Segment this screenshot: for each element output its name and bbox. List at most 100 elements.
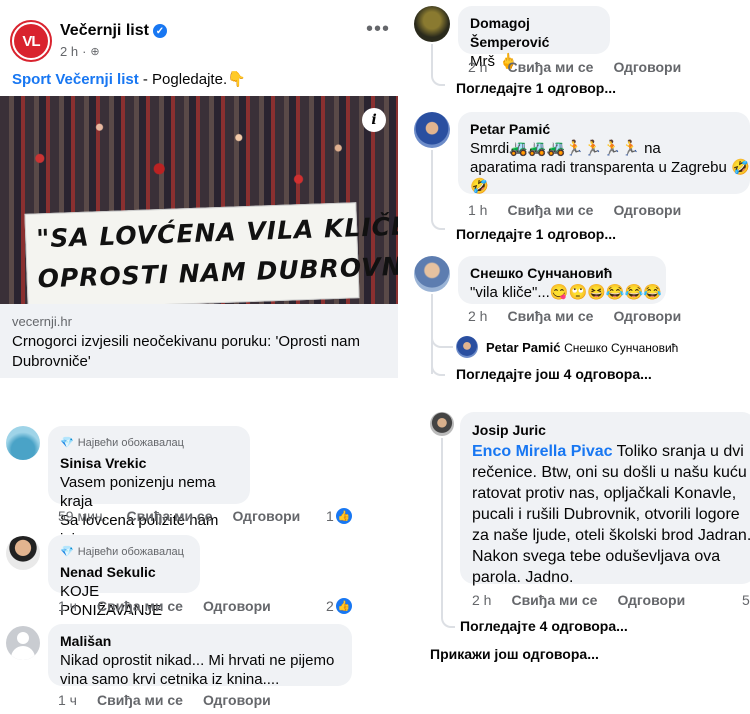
comment-actions: 1 h Свиђа ми се Одговори	[468, 202, 681, 218]
commenter-name[interactable]: Sinisa Vrekic	[60, 454, 238, 473]
more-options-icon[interactable]: •••	[366, 18, 390, 41]
diamond-icon: 💎	[60, 546, 74, 558]
comment-time[interactable]: 2 h	[472, 592, 491, 608]
commenter-avatar[interactable]	[414, 256, 450, 292]
comment-text-line: aparatima radi transparenta u Zagrebu 🤣	[470, 159, 750, 176]
verified-badge-icon: ✓	[152, 24, 167, 38]
comment-text-line: parola. Jadno.	[472, 569, 574, 586]
banner-image: "SA LOVĆENA VILA KLIČE OPROSTI NAM DUBRO…	[24, 202, 398, 304]
separator-dot: ·	[82, 44, 87, 59]
view-replies-link[interactable]: Погледајте још 4 одговора...	[456, 366, 652, 382]
comment-text-line: rečenice. Btw, oni su došli u našu kuću	[472, 464, 747, 481]
commenter-avatar[interactable]	[414, 112, 450, 148]
post-text-link[interactable]: Sport Večernji list	[12, 71, 139, 88]
post-photo[interactable]: "SA LOVĆENA VILA KLIČE OPROSTI NAM DUBRO…	[0, 96, 398, 304]
comment-time[interactable]: 59 мин.	[58, 508, 107, 524]
comment-text-line: pucali i rušili Dubrovnik, otvorili logo…	[472, 506, 740, 523]
reply-author[interactable]: Petar Pamić	[486, 340, 560, 355]
like-button[interactable]: Свиђа ми се	[511, 592, 597, 608]
reply-button[interactable]: Одговори	[613, 59, 681, 75]
default-avatar-icon[interactable]	[6, 626, 40, 660]
mention-link[interactable]: Enco Mirella Pivac	[472, 443, 613, 460]
comment-text-line: 🤣	[470, 178, 489, 195]
reaction-count[interactable]: 5	[742, 592, 750, 608]
like-button[interactable]: Свиђа ми се	[97, 692, 183, 708]
thread-connector	[431, 44, 445, 86]
view-replies-link[interactable]: Погледајте 4 одговора...	[460, 618, 628, 634]
reply-avatar[interactable]	[456, 336, 478, 358]
top-fan-label: Највећи обожавалац	[77, 546, 184, 558]
like-button[interactable]: Свиђа ми се	[127, 508, 213, 524]
comment-text-fragment: Toliko sranja u dvi	[612, 443, 744, 460]
comment-time[interactable]: 1 h	[468, 202, 487, 218]
commenter-name[interactable]: Domagoj Šemperović	[470, 14, 598, 52]
comment-text-line: Nakon svega tebe oduševljava ova	[472, 548, 721, 565]
comment-bubble: Снешко Сунчановић "vila kliče"...😋🙄😆😂😂😂	[458, 256, 666, 304]
reaction-count[interactable]: 1 👍	[326, 508, 352, 524]
like-button[interactable]: Свиђа ми се	[507, 308, 593, 324]
comment-text-line: Smrdi🚜🚜🚜🏃🏃🏃🏃 na	[470, 140, 661, 157]
like-button[interactable]: Свиђа ми се	[97, 598, 183, 614]
top-fan-badge: 💎 Највећи обожавалац	[60, 543, 188, 562]
thread-connector	[441, 438, 455, 628]
comment-text-line: Vasem ponizenju nema kraja	[60, 474, 216, 510]
comment-time[interactable]: 1 ч	[58, 692, 77, 708]
comment-bubble: Domagoj Šemperović Mrš 🖕	[458, 6, 610, 70]
like-button[interactable]: Свиђа ми се	[507, 59, 593, 75]
comment-actions: 1 ч Свиђа ми се Одговори	[58, 692, 271, 708]
commenter-name[interactable]: Josip Juric	[472, 420, 744, 441]
reply-button[interactable]: Одговори	[617, 592, 685, 608]
link-domain: vecernji.hr	[12, 314, 72, 329]
info-icon[interactable]: i	[362, 108, 386, 132]
link-title[interactable]: Crnogorci izvjesili neočekivanu poruku: …	[12, 332, 392, 372]
commenter-name[interactable]: Nenad Sekulic	[60, 563, 188, 582]
comment-time[interactable]: 2 h	[468, 308, 487, 324]
comment-time[interactable]: 1 ч	[58, 598, 77, 614]
comment-bubble: 💎 Највећи обожавалац Sinisa Vrekic Vasem …	[48, 426, 250, 548]
thread-connector	[431, 350, 445, 376]
post-time[interactable]: 2 h	[60, 44, 78, 59]
thumbs-up-icon: 👍	[335, 508, 352, 524]
like-count: 2	[326, 598, 334, 614]
reaction-count[interactable]: 2 👍	[326, 598, 352, 614]
banner-text-line-2: OPROSTI NAM DUBROVNIČE"	[37, 249, 398, 294]
commenter-name[interactable]: Petar Pamić	[470, 120, 738, 139]
comment-text-line: Nikad oprostit nikad... Mi hrvati ne pij…	[60, 652, 335, 669]
reply-button[interactable]: Одговори	[203, 598, 271, 614]
commenter-avatar[interactable]	[6, 536, 40, 570]
reply-preview[interactable]: Petar Pamić Снешко Сунчановић	[486, 340, 678, 355]
commenter-name[interactable]: Mališan	[60, 632, 340, 651]
comment-text-line: Enco Mirella Pivac Toliko sranja u dvi	[472, 441, 744, 462]
page-avatar[interactable]: VL	[10, 20, 52, 62]
comment-actions: 1 ч Свиђа ми се Одговори	[58, 598, 271, 614]
page-logo-text: VL	[14, 24, 48, 58]
comment-text-line: ratovat protiv nas, opljačkali Konavle,	[472, 485, 737, 502]
comment-actions: 59 мин. Свиђа ми се Одговори	[58, 508, 300, 524]
show-more-replies-link[interactable]: Прикажи још одговора...	[430, 646, 599, 662]
commenter-avatar[interactable]	[414, 6, 450, 42]
view-replies-link[interactable]: Погледајте 1 одговор...	[456, 80, 616, 96]
reply-mention: Снешко Сунчановић	[564, 341, 679, 355]
reply-button[interactable]: Одговори	[233, 508, 301, 524]
comment-text-line: vina samo krvi cetnika iz knina....	[60, 671, 280, 688]
comment-actions: 2 h Свиђа ми се Одговори	[468, 308, 681, 324]
like-button[interactable]: Свиђа ми се	[507, 202, 593, 218]
commenter-avatar[interactable]	[430, 412, 454, 436]
reply-button[interactable]: Одговори	[613, 308, 681, 324]
comment-bubble: Josip Juric Enco Mirella Pivac Toliko sr…	[460, 412, 750, 586]
top-fan-label: Највећи обожавалац	[77, 437, 184, 449]
commenter-avatar[interactable]	[6, 426, 40, 460]
page-name-row[interactable]: Večernji list ✓	[60, 22, 167, 40]
thumbs-up-icon: 👍	[335, 598, 352, 614]
reply-button[interactable]: Одговори	[203, 692, 271, 708]
page-name[interactable]: Večernji list	[60, 22, 149, 40]
thread-connector	[431, 318, 453, 348]
commenter-name[interactable]: Снешко Сунчановић	[470, 264, 654, 283]
post-text: Sport Večernji list - Pogledajte.👇	[12, 70, 246, 88]
thread-connector	[431, 150, 445, 230]
comment-time[interactable]: 2 h	[468, 59, 487, 75]
diamond-icon: 💎	[60, 437, 74, 449]
reply-button[interactable]: Одговори	[613, 202, 681, 218]
view-replies-link[interactable]: Погледајте 1 одговор...	[456, 226, 616, 242]
post-text-rest: - Pogledajte.👇	[138, 71, 246, 88]
